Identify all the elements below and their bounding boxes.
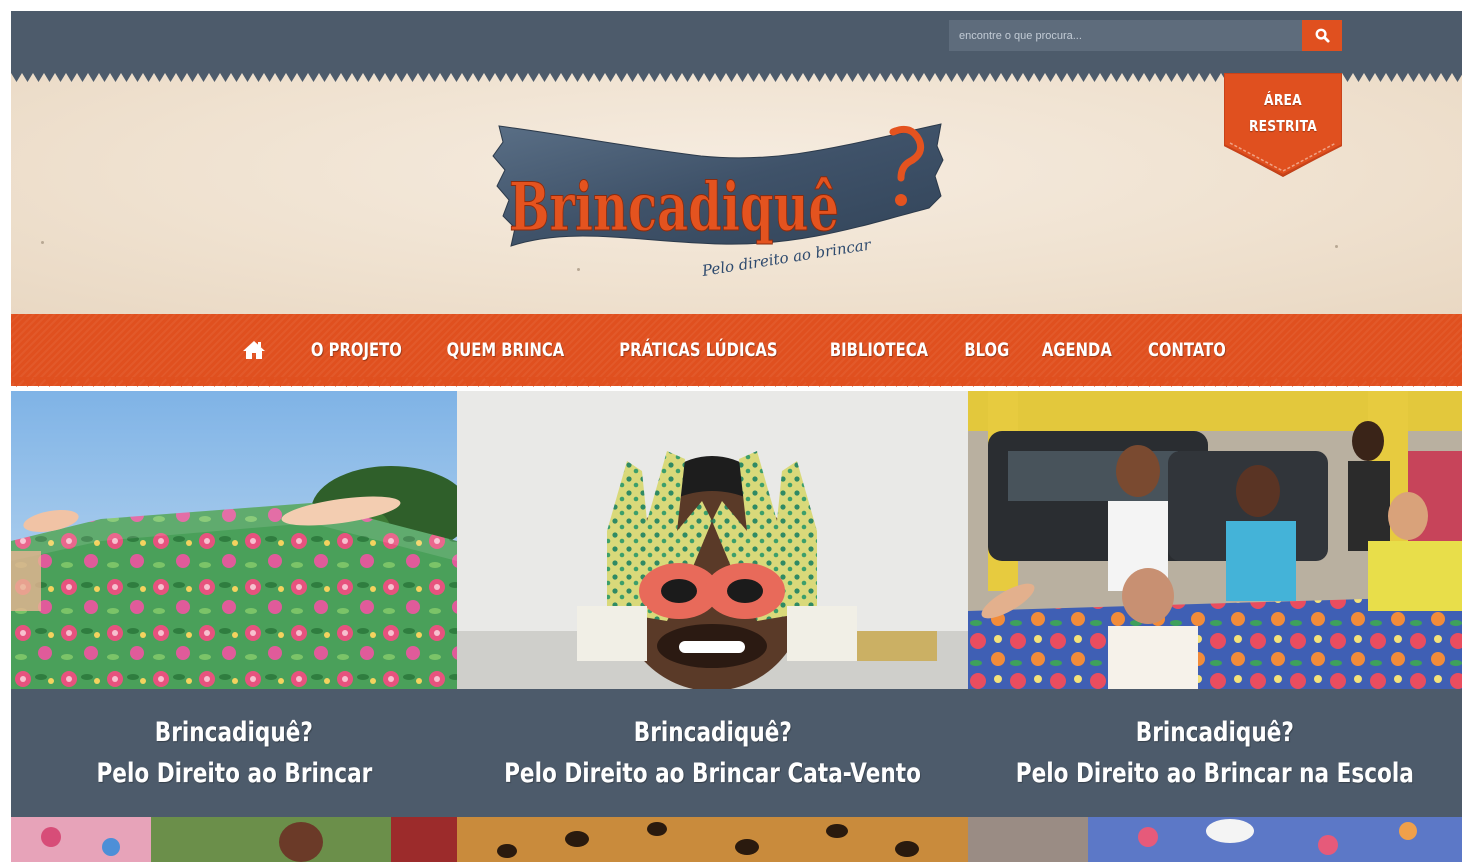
card-brincadique[interactable]: Brincadiquê? Pelo Direito ao Brincar (11, 391, 457, 827)
main-nav: O PROJETO QUEM BRINCA PRÁTICAS LÚDICAS B… (11, 314, 1462, 386)
area-restrita-label[interactable]: ÁREA RESTRITA (1235, 87, 1332, 139)
nav-item-blog[interactable]: BLOG (964, 339, 1009, 361)
card-image-row2-2 (457, 817, 968, 862)
card-row2-1[interactable] (11, 817, 457, 862)
search-input[interactable] (949, 20, 1302, 51)
card-title: Brincadiquê? (1135, 717, 1295, 748)
search-button[interactable] (1302, 20, 1342, 51)
search-icon (1315, 28, 1330, 43)
paper-speck (1335, 245, 1338, 248)
search-form (949, 20, 1342, 51)
nav-item-quem-brinca[interactable]: QUEM BRINCA (447, 339, 565, 361)
card-subtitle: Pelo Direito ao Brincar na Escola (1015, 758, 1415, 789)
nav-item-biblioteca[interactable]: BIBLIOTECA (830, 339, 928, 361)
card-subtitle: Pelo Direito ao Brincar (96, 758, 372, 789)
zigzag-bottom-border (11, 377, 1462, 391)
logo-graphic: Brincadiquê Pelo direito ao brincar (492, 123, 944, 280)
nav-item-o-projeto[interactable]: O PROJETO (311, 339, 402, 361)
nav-item-agenda[interactable]: AGENDA (1042, 339, 1112, 361)
card-title: Brincadiquê? (154, 717, 314, 748)
nav-item-contato[interactable]: CONTATO (1148, 339, 1226, 361)
nav-home[interactable] (242, 339, 272, 361)
card-row2-2[interactable] (457, 817, 968, 862)
card-caption: Brincadiquê? Pelo Direito ao Brincar Cat… (457, 689, 968, 817)
card-cata-vento[interactable]: Brincadiquê? Pelo Direito ao Brincar Cat… (457, 391, 968, 827)
card-caption: Brincadiquê? Pelo Direito ao Brincar na … (968, 689, 1462, 817)
svg-text:Brincadiquê: Brincadiquê (509, 168, 839, 246)
card-caption: Brincadiquê? Pelo Direito ao Brincar (11, 689, 457, 817)
nav-item-praticas-ludicas[interactable]: PRÁTICAS LÚDICAS (620, 339, 778, 361)
card-image-group-fabric (968, 391, 1462, 689)
card-image-row2-3 (968, 817, 1462, 862)
area-restrita-line1: ÁREA (1264, 91, 1302, 109)
card-image-fabric (11, 391, 457, 689)
card-title: Brincadiquê? (633, 717, 792, 748)
card-subtitle: Pelo Direito ao Brincar Cata-Vento (504, 758, 921, 789)
card-na-escola[interactable]: Brincadiquê? Pelo Direito ao Brincar na … (968, 391, 1462, 827)
home-icon (242, 341, 265, 359)
page: Brincadiquê Pelo direito ao brincar ÁREA… (11, 11, 1462, 862)
paper-speck (41, 241, 44, 244)
site-logo[interactable]: Brincadiquê Pelo direito ao brincar (481, 116, 951, 291)
area-restrita-line2: RESTRITA (1248, 117, 1318, 135)
card-image-painted-hands (457, 391, 968, 689)
card-row2-3[interactable] (968, 817, 1462, 862)
nav-list: O PROJETO QUEM BRINCA PRÁTICAS LÚDICAS B… (11, 314, 1462, 386)
card-image-row2-1 (11, 817, 457, 862)
top-bar (11, 11, 1462, 73)
